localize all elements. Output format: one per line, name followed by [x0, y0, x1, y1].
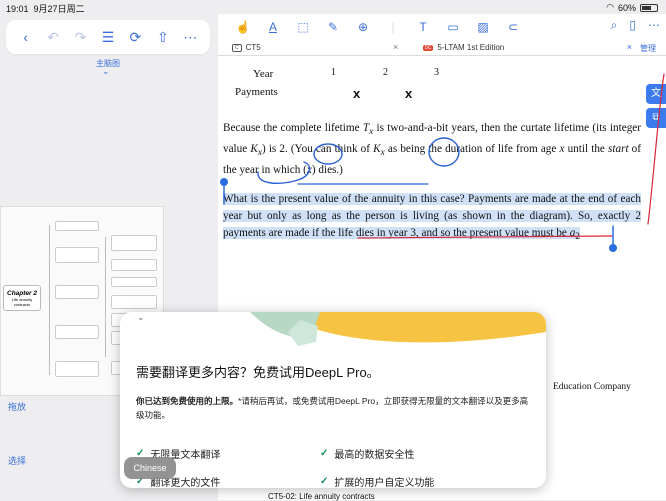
battery-percent: 60%	[617, 2, 636, 13]
decorative-banner	[250, 312, 546, 346]
deepl-popup: ⌄ 需要翻译更多内容？免费试用DeepL Pro。 你已达到免费使用的上限。*请…	[120, 312, 546, 488]
battery-icon	[640, 3, 658, 12]
status-right: ◠ 60%	[606, 2, 658, 13]
chevron-down-icon[interactable]: ⌄	[137, 312, 145, 323]
mindmap-node[interactable]	[55, 325, 99, 339]
mindmap-node[interactable]	[55, 285, 99, 299]
deepl-title: 需要翻译更多内容？免费试用DeepL Pro。	[136, 365, 380, 380]
left-toolbar: ‹ ↶ ↷ ☰ ⟳ ⇧ ⋯	[6, 20, 210, 54]
list-icon[interactable]: ☰	[97, 29, 119, 46]
mindmap-root-title: Chapter 2	[7, 290, 37, 297]
check-icon: ✓	[320, 476, 329, 487]
mindmap-connector	[49, 225, 50, 375]
ink-circle	[313, 143, 343, 165]
chevron-left-icon[interactable]: ‹	[15, 29, 37, 45]
mindmap-node[interactable]	[55, 221, 99, 231]
mindmap-node[interactable]	[111, 259, 157, 271]
status-bar: 19:01 9月27日周二 ◠ 60%	[0, 0, 666, 14]
ink-underline	[357, 235, 613, 239]
redo-icon[interactable]: ↷	[70, 29, 92, 46]
ink-circle	[428, 137, 460, 167]
mindmap-node[interactable]	[111, 235, 157, 251]
deepl-subtitle: 你已达到免费使用的上限。*请稍后再试，或免费试用DeepL Pro，立即获得无限…	[136, 396, 529, 420]
share-icon[interactable]: ⇧	[152, 29, 174, 46]
select-button[interactable]: 选择	[8, 454, 26, 467]
check-icon: ✓	[320, 448, 329, 459]
undo-icon[interactable]: ↶	[42, 29, 64, 46]
mindmap-connector	[105, 237, 106, 357]
language-chip[interactable]: Chinese	[124, 457, 176, 479]
ink-underline	[257, 161, 311, 184]
wifi-icon: ◠	[606, 2, 614, 12]
mindmap-root-subtitle: Life annuity contracts	[11, 297, 33, 307]
mindmap-root-node[interactable]: Chapter 2 Life annuity contracts	[3, 285, 41, 311]
feature-item: ✓ 扩展的用户自定义功能	[320, 476, 435, 488]
mindmap-icon[interactable]: ⟳	[124, 29, 146, 46]
drag-button[interactable]: 拖放	[8, 400, 26, 413]
mindmap-node[interactable]	[55, 247, 99, 263]
chevron-down-icon[interactable]: ⌄	[102, 66, 112, 76]
mindmap-node[interactable]	[111, 277, 157, 287]
more-icon[interactable]: ⋯	[179, 29, 201, 46]
mindmap-node[interactable]	[111, 295, 157, 309]
feature-item: ✓ 最高的数据安全性	[320, 448, 415, 461]
mindmap-node[interactable]	[55, 361, 99, 377]
ink-stroke	[647, 73, 665, 225]
